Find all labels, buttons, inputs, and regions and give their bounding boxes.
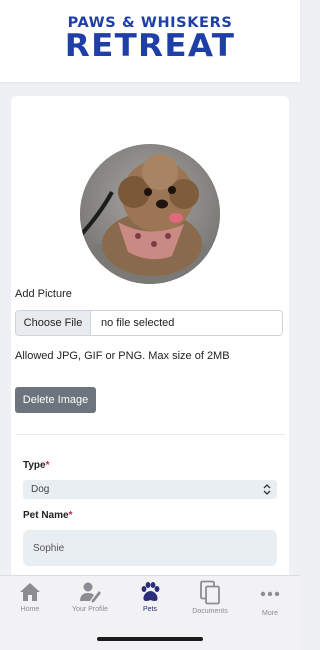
nav-label-documents: Documents bbox=[192, 608, 228, 615]
nav-item-more[interactable]: More bbox=[240, 580, 300, 617]
pet-name-label-text: Pet Name bbox=[23, 510, 69, 521]
profile-icon bbox=[80, 582, 101, 603]
home-icon bbox=[20, 583, 40, 601]
more-icon bbox=[260, 591, 280, 597]
type-label: Type* bbox=[23, 460, 50, 471]
paw-icon bbox=[141, 582, 160, 601]
type-select[interactable]: Dog bbox=[23, 480, 277, 499]
nav-label-more: More bbox=[262, 610, 278, 617]
type-label-text: Type bbox=[23, 460, 46, 471]
nav-label-pets: Pets bbox=[142, 606, 157, 613]
pet-name-value: Sophie bbox=[33, 542, 65, 554]
file-input[interactable]: Choose File no file selected bbox=[15, 310, 283, 336]
add-picture-label: Add Picture bbox=[15, 288, 72, 300]
app-header: PAWS & WHISKERS RETREAT bbox=[0, 0, 300, 82]
section-divider bbox=[15, 434, 285, 435]
file-status-text: no file selected bbox=[101, 317, 175, 329]
nav-item-profile[interactable]: Your Profile bbox=[60, 580, 120, 613]
nav-label-home: Home bbox=[20, 606, 40, 613]
nav-item-home[interactable]: Home bbox=[0, 580, 60, 613]
choose-file-button[interactable]: Choose File bbox=[16, 311, 91, 335]
required-mark: * bbox=[45, 460, 50, 471]
chevron-updown-icon bbox=[263, 484, 271, 495]
home-indicator[interactable] bbox=[97, 637, 203, 641]
type-select-value: Dog bbox=[31, 484, 50, 495]
brand-logo[interactable]: PAWS & WHISKERS RETREAT bbox=[0, 15, 300, 62]
allowed-formats-text: Allowed JPG, GIF or PNG. Max size of 2MB bbox=[15, 350, 230, 362]
delete-image-button[interactable]: Delete Image bbox=[15, 387, 96, 413]
required-mark: * bbox=[68, 510, 73, 521]
documents-icon bbox=[200, 580, 220, 605]
brand-line2: RETREAT bbox=[64, 28, 236, 64]
nav-item-pets[interactable]: Pets bbox=[120, 580, 180, 613]
pet-name-input[interactable]: Sophie bbox=[23, 530, 277, 566]
nav-item-documents[interactable]: Documents bbox=[180, 580, 240, 615]
pet-name-label: Pet Name* bbox=[23, 510, 72, 521]
pet-form-card: Add Picture Choose File no file selected… bbox=[11, 96, 289, 586]
pet-avatar bbox=[80, 144, 220, 284]
nav-label-profile: Your Profile bbox=[72, 606, 108, 613]
